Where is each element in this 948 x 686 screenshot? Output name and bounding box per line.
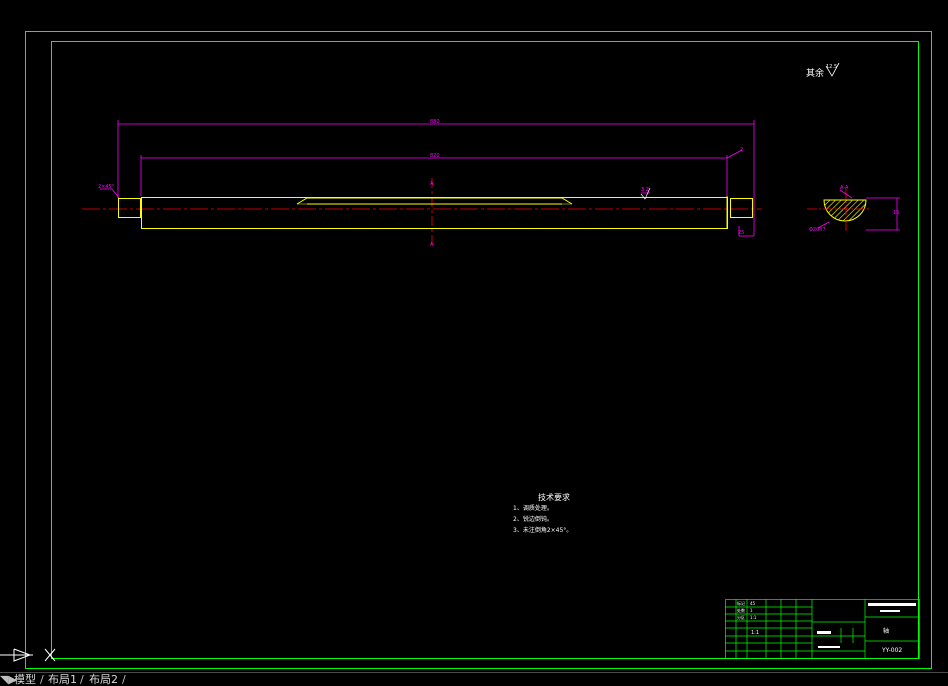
right-end-dimension: 2 bbox=[740, 147, 743, 153]
title-block-row-label-2: 处数 bbox=[737, 607, 745, 613]
title-block-subtitle-bar bbox=[880, 610, 900, 612]
title-block-material: 45 bbox=[750, 601, 756, 606]
tab-separator: / bbox=[122, 673, 126, 686]
section-label: A-A bbox=[840, 185, 849, 191]
ucs-icon bbox=[0, 648, 56, 662]
inner-length-dimension: 820 bbox=[430, 153, 440, 159]
section-view bbox=[807, 189, 900, 232]
title-block-part-name: 轴 bbox=[883, 627, 889, 635]
title-block-drawing-number: YY-002 bbox=[881, 647, 902, 654]
tab-model[interactable]: 模型 bbox=[14, 673, 36, 686]
outer-drawing-border bbox=[25, 31, 932, 669]
tab-layout2[interactable]: 布局2 bbox=[89, 673, 118, 686]
tech-requirement-1: 1、调质处理。 bbox=[513, 504, 553, 512]
tab-layout1[interactable]: 布局1 bbox=[48, 673, 77, 686]
title-block-name-bar bbox=[817, 631, 831, 634]
section-diameter-label: Φ20h7 bbox=[809, 227, 826, 233]
shaft-outline bbox=[118, 196, 753, 229]
title-block-scale: 1:1 bbox=[751, 630, 759, 636]
section-height-dimension: 15 bbox=[893, 210, 899, 216]
layout-tab-bar: ◥▶ 模型 / 布局1 / 布局2 / bbox=[0, 672, 948, 686]
tech-requirements-title: 技术要求 bbox=[538, 492, 570, 502]
title-block-footer-bar bbox=[818, 646, 840, 648]
tech-requirement-3: 3、未注倒角2×45°。 bbox=[513, 526, 572, 534]
title-block-company-bar bbox=[868, 603, 916, 606]
section-marker-bottom: A bbox=[430, 242, 434, 248]
tab-separator: / bbox=[40, 673, 44, 686]
surface-finish-note: 其余 12.5 bbox=[806, 62, 840, 79]
dimensions bbox=[100, 120, 755, 237]
overall-length-dimension: 880 bbox=[430, 119, 440, 125]
left-chamfer-label: 2×45° bbox=[98, 184, 115, 190]
end-width-dimension: 25 bbox=[738, 230, 744, 236]
title-block-row-label-1: 标记 bbox=[737, 600, 745, 606]
section-marker-top: A bbox=[430, 181, 434, 187]
inner-drawing-frame bbox=[51, 41, 919, 659]
model-space-canvas[interactable]: 其余 12.5 880 820 2 2×45° 3.2 25 A A A-A 1… bbox=[0, 0, 948, 672]
title-block-scale-small: 1:1 bbox=[750, 615, 757, 620]
tab-separator: / bbox=[80, 673, 84, 686]
surface-finish-note-text: 其余 bbox=[806, 67, 824, 79]
title-block-count: 1 bbox=[750, 608, 753, 613]
tech-requirement-2: 2、锐边倒钝。 bbox=[513, 515, 553, 523]
title-block-row-label-3: 分区 bbox=[737, 614, 745, 620]
technical-requirements: 技术要求 1、调质处理。 2、锐边倒钝。 3、未注倒角2×45°。 bbox=[513, 492, 572, 534]
